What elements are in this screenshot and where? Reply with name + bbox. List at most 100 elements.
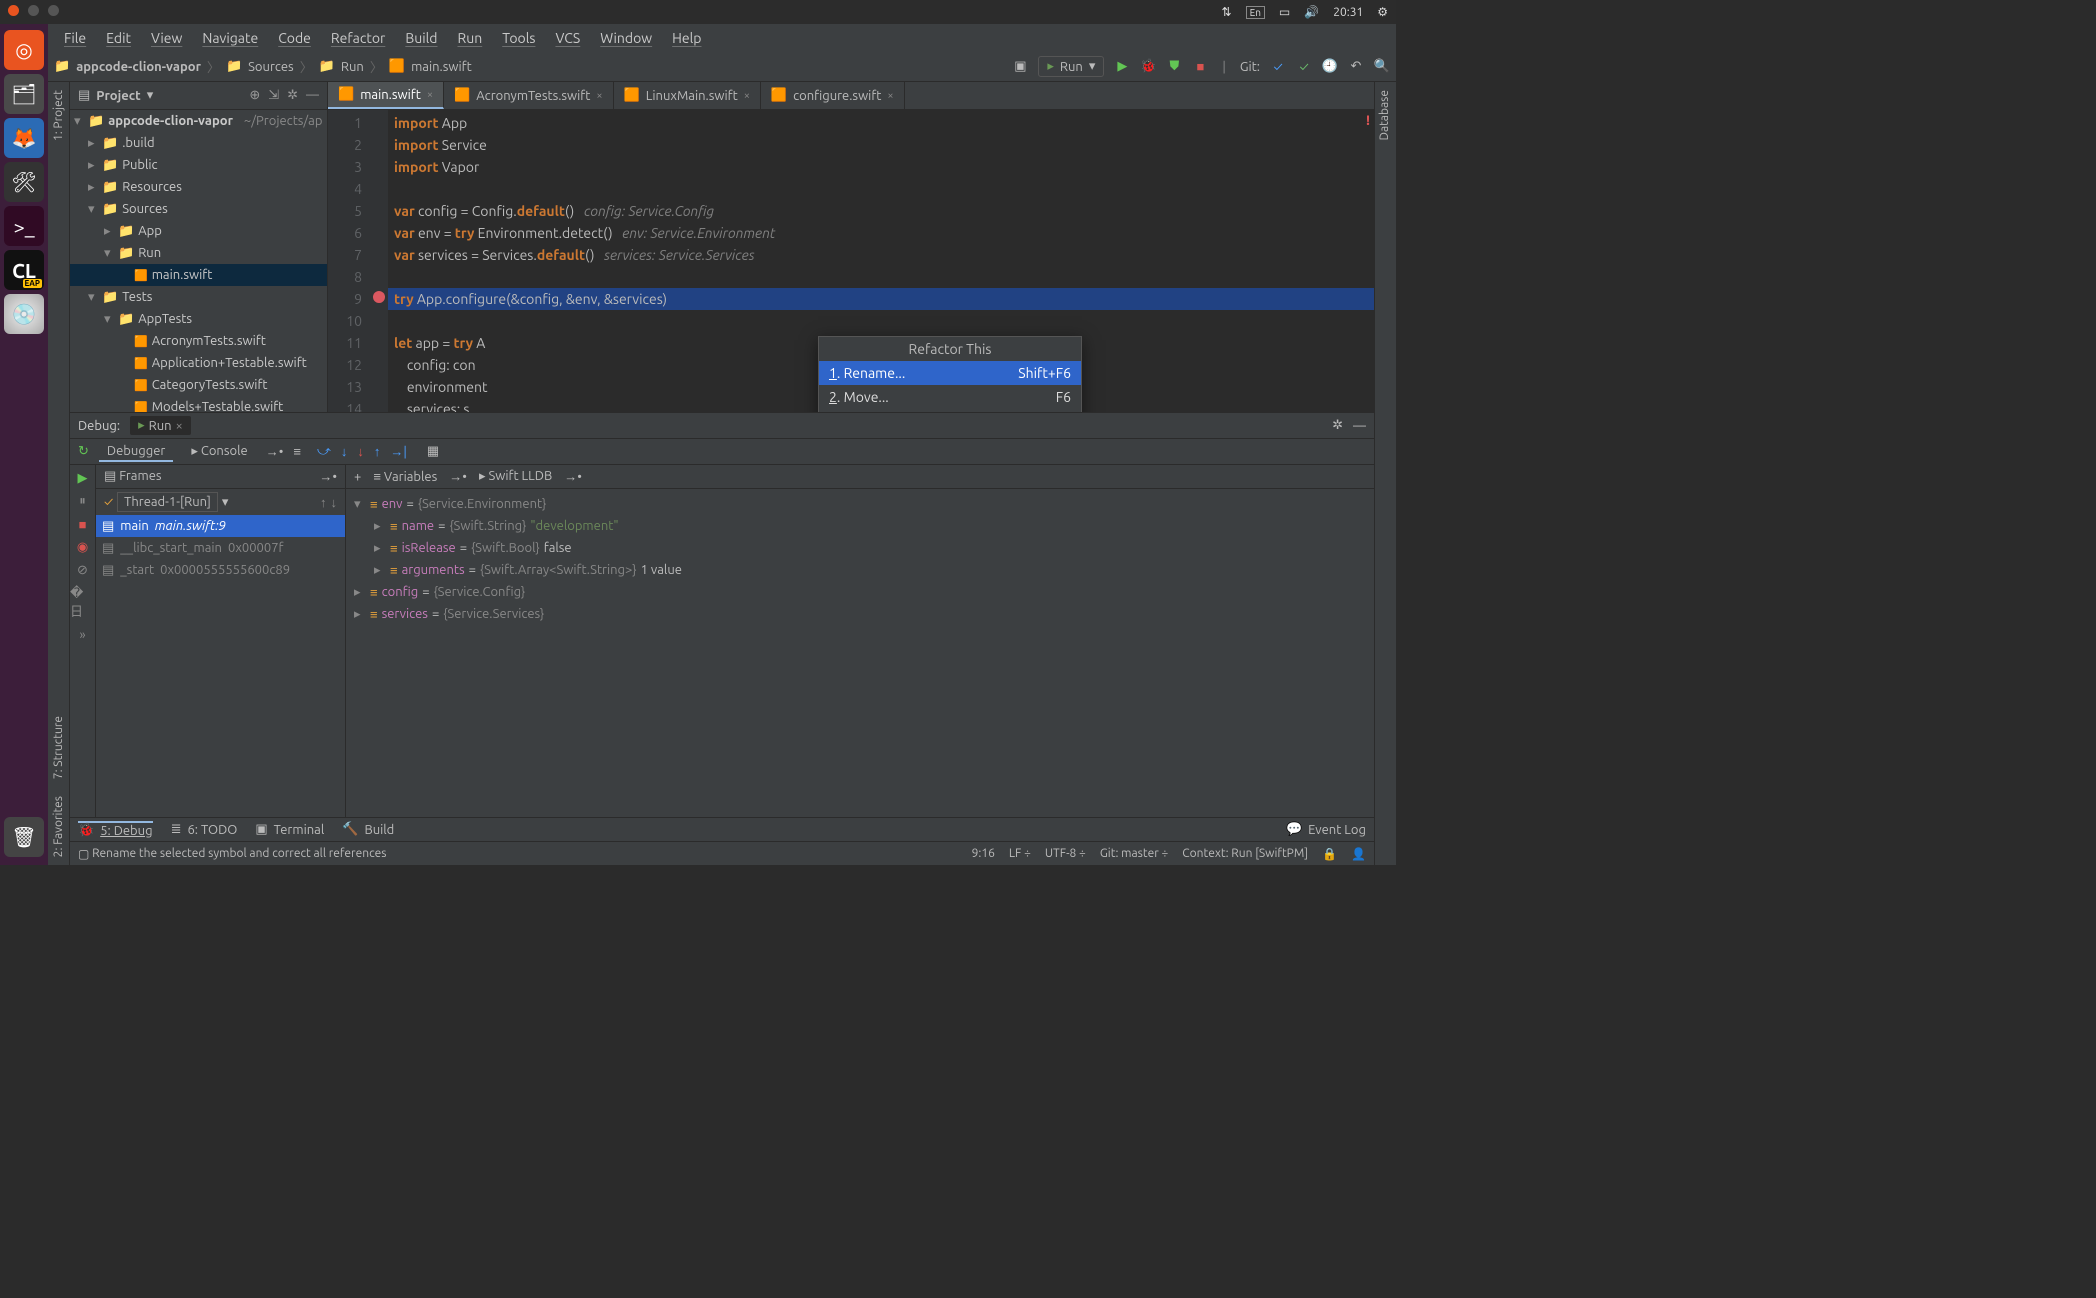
tree-item[interactable]: ▸📁Resources (70, 176, 327, 198)
tree-item[interactable]: 🟧AcronymTests.swift (70, 330, 327, 352)
chevron-down-icon[interactable]: ▾ (147, 88, 154, 103)
menu-build[interactable]: Build (395, 26, 447, 50)
frame-row[interactable]: ▤ main main.swift:9 (96, 515, 345, 537)
battery-icon[interactable]: ▭ (1279, 5, 1290, 19)
popup-item-move[interactable]: 2. Move...F6 (819, 385, 1081, 409)
crumb-root[interactable]: appcode-clion-vapor (76, 60, 201, 74)
volume-icon[interactable]: 🔊 (1304, 5, 1319, 19)
settings-gear-icon[interactable]: ✲ (1332, 418, 1343, 433)
console-tab[interactable]: ▸ Console (183, 442, 255, 461)
tree-item[interactable]: 🟧Models+Testable.swift (70, 396, 327, 412)
run-button-icon[interactable]: ▶ (1114, 59, 1130, 75)
sidebar-tab-structure[interactable]: 7: Structure (49, 708, 68, 787)
pin-icon[interactable]: →• (266, 444, 284, 459)
force-step-into-icon[interactable]: ↓ (357, 444, 364, 459)
window-maximize-icon[interactable] (48, 5, 59, 16)
debug-session-tab[interactable]: ▸Run× (130, 416, 191, 435)
close-icon[interactable]: × (427, 89, 433, 101)
git-commit-icon[interactable]: ✓ (1296, 59, 1312, 75)
toolwin-eventlog[interactable]: 💬Event Log (1286, 822, 1366, 837)
git-revert-icon[interactable]: ↶ (1348, 59, 1364, 75)
menu-edit[interactable]: Edit (96, 26, 141, 50)
project-panel-title[interactable]: Project (96, 89, 140, 103)
close-icon[interactable]: × (887, 90, 893, 102)
window-controls[interactable] (8, 5, 65, 19)
firefox-icon[interactable]: 🦊 (4, 118, 44, 158)
language-indicator[interactable]: En (1246, 6, 1265, 19)
prev-frame-icon[interactable]: ↑ (320, 495, 327, 510)
build-icon[interactable]: ▣ (1012, 59, 1028, 75)
menu-view[interactable]: View (141, 26, 192, 50)
editor-tab[interactable]: 🟧LinuxMain.swift× (614, 82, 761, 109)
menu-run[interactable]: Run (447, 26, 492, 50)
files-app-icon[interactable]: 🗂 (4, 74, 44, 114)
editor-tab[interactable]: 🟧AcronymTests.swift× (444, 82, 614, 109)
threads-icon[interactable]: ≡ (293, 444, 301, 459)
git-history-icon[interactable]: 🕘 (1322, 59, 1338, 75)
clion-app-icon[interactable]: CLEAP (4, 250, 44, 290)
popup-item-rename[interactable]: 1. Rename...Shift+F6 (819, 361, 1081, 385)
coverage-icon[interactable]: ⛊ (1166, 59, 1182, 75)
settings-gear-icon[interactable]: ⚙ (1377, 5, 1388, 19)
tree-item[interactable]: 🟧CategoryTests.swift (70, 374, 327, 396)
system-settings-icon[interactable]: 🛠 (4, 162, 44, 202)
toolwin-todo[interactable]: ≣6: TODO (171, 822, 238, 837)
git-update-icon[interactable]: ✓ (1270, 59, 1286, 75)
variable-row[interactable]: ▸≡ name = {Swift.String} "development" (346, 515, 1374, 537)
settings-gear-icon[interactable]: ✲ (287, 88, 298, 103)
ubuntu-dash-icon[interactable]: ◎ (4, 30, 44, 70)
close-icon[interactable]: × (176, 419, 183, 433)
frame-row[interactable]: ▤ _start 0x0000555555600c89 (96, 559, 345, 581)
chevron-down-icon[interactable]: ▾ (222, 495, 229, 510)
tree-item[interactable]: ▾📁AppTests (70, 308, 327, 330)
menu-tools[interactable]: Tools (492, 26, 545, 50)
gutter[interactable] (370, 110, 388, 412)
menu-vcs[interactable]: VCS (545, 26, 590, 50)
terminal-app-icon[interactable]: >_ (4, 206, 44, 246)
pin-icon[interactable]: →• (319, 469, 337, 484)
variable-row[interactable]: ▸≡ config = {Service.Config} (346, 581, 1374, 603)
step-into-icon[interactable]: ↓ (341, 444, 348, 459)
variable-row[interactable]: ▾≡ env = {Service.Environment} (346, 493, 1374, 515)
menu-window[interactable]: Window (590, 26, 662, 50)
breadcrumb[interactable]: 📁 appcode-clion-vapor 〉 📁 Sources 〉 📁 Ru… (54, 57, 472, 76)
inspector-icon[interactable]: 👤 (1351, 847, 1366, 861)
window-close-icon[interactable] (8, 5, 19, 16)
tree-item-selected[interactable]: 🟧main.swift (70, 264, 327, 286)
pin-icon[interactable]: →• (449, 469, 467, 484)
layout-icon[interactable]: �日 (70, 586, 95, 620)
status-git-branch[interactable]: Git: master ÷ (1100, 847, 1168, 861)
locate-icon[interactable]: ⊕ (249, 88, 260, 103)
hide-icon[interactable]: — (1353, 419, 1366, 433)
sidebar-tab-database[interactable]: Database (1375, 82, 1394, 149)
lock-icon[interactable]: 🔒 (1322, 847, 1337, 861)
window-minimize-icon[interactable] (28, 5, 39, 16)
search-everywhere-icon[interactable]: 🔍 (1374, 59, 1390, 75)
menu-navigate[interactable]: Navigate (192, 26, 268, 50)
crumb-run[interactable]: Run (341, 60, 364, 74)
mute-breakpoints-icon[interactable]: ⊘ (77, 563, 88, 578)
variable-row[interactable]: ▸≡ isRelease = {Swift.Bool} false (346, 537, 1374, 559)
sidebar-tab-favorites[interactable]: 2: Favorites (49, 788, 68, 865)
evaluate-icon[interactable]: ▦ (427, 444, 439, 459)
toolwin-build[interactable]: 🔨Build (342, 822, 394, 837)
run-config-combo[interactable]: ▸ Run ▾ (1038, 56, 1104, 77)
status-caret-pos[interactable]: 9:16 (972, 847, 995, 861)
tree-item[interactable]: ▾📁Tests (70, 286, 327, 308)
close-icon[interactable]: × (744, 90, 750, 102)
tree-item[interactable]: ▸📁App (70, 220, 327, 242)
sidebar-tab-project[interactable]: 1: Project (49, 82, 68, 149)
variable-row[interactable]: ▸≡ services = {Service.Services} (346, 603, 1374, 625)
debug-button-icon[interactable]: 🐞 (1140, 59, 1156, 75)
frame-row[interactable]: ▤ __libc_start_main 0x00007f (96, 537, 345, 559)
more-icon[interactable]: » (79, 628, 85, 642)
breakpoint-icon[interactable] (373, 291, 385, 303)
menu-code[interactable]: Code (268, 26, 321, 50)
menu-file[interactable]: File (54, 26, 96, 50)
debugger-tab[interactable]: Debugger (99, 442, 173, 462)
tree-item[interactable]: ▸📁Public (70, 154, 327, 176)
crumb-file[interactable]: main.swift (411, 60, 472, 74)
editor-tab[interactable]: 🟧configure.swift× (761, 82, 905, 109)
step-out-icon[interactable]: ↑ (374, 444, 381, 459)
status-context[interactable]: Context: Run [SwiftPM] (1182, 847, 1308, 861)
